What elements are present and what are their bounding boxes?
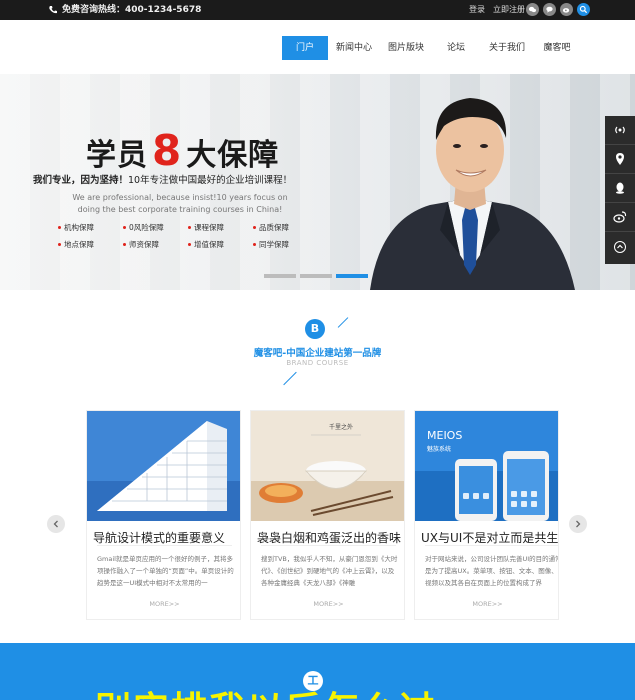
location-icon[interactable] bbox=[605, 145, 635, 174]
login-link[interactable]: 登录 bbox=[469, 0, 485, 20]
card-title[interactable]: UX与UI不是对立而是共生 bbox=[421, 529, 558, 546]
section-badge: B bbox=[305, 319, 325, 339]
section-subtitle: BRAND COURSE bbox=[286, 359, 349, 367]
nav-item-portal[interactable]: 门户 bbox=[282, 36, 328, 60]
card-description: Gmail就是单页应用的一个很好的例子，其将多项操作融入了一个单独的“页面”中。… bbox=[97, 555, 234, 587]
hotline: 免费咨询热线：400-1234-5678 bbox=[48, 0, 201, 20]
chevron-left-icon bbox=[53, 520, 58, 528]
carousel-next-button[interactable] bbox=[569, 515, 587, 533]
phone-icon bbox=[49, 6, 57, 14]
carousel-prev-button[interactable] bbox=[47, 515, 65, 533]
section-title: 魔客吧-中国企业建站第一品牌 bbox=[253, 348, 382, 359]
band-headline: 别实排我以后怎么过 bbox=[95, 681, 437, 700]
feature-band: 工 别实排我以后怎么过 bbox=[0, 643, 635, 700]
card-title[interactable]: 导航设计模式的重要意义 bbox=[93, 529, 240, 546]
card-title[interactable]: 袅袅白烟和鸡蛋泛出的香味 bbox=[257, 529, 404, 546]
wechat-icon[interactable] bbox=[526, 3, 539, 16]
guarantee-item: 师资保障 bbox=[123, 239, 188, 250]
hotline-text: 免费咨询热线：400-1234-5678 bbox=[62, 5, 202, 15]
search-icon[interactable] bbox=[577, 3, 590, 16]
nav-item-forum[interactable]: 论坛 bbox=[432, 36, 480, 60]
slider-dots bbox=[264, 274, 368, 278]
back-to-top-icon[interactable] bbox=[605, 232, 635, 261]
slider-dot-2[interactable] bbox=[300, 274, 332, 278]
guarantee-item: 机构保障 bbox=[58, 222, 123, 233]
guarantee-item: 增值保障 bbox=[188, 239, 253, 250]
nav-item-gallery[interactable]: 图片版块 bbox=[380, 36, 432, 60]
slider-dot-1[interactable] bbox=[264, 274, 296, 278]
floating-toolbar bbox=[605, 116, 635, 264]
card-image-phones: MEIOS 魅族系统 bbox=[415, 411, 558, 521]
banner-english: We are professional, because insist!10 y… bbox=[72, 193, 288, 214]
article-card[interactable]: 千里之外 袅袅白烟和鸡蛋泛出的香味 搜到TVB，我似乎人不知，从豪门恩怨到《大时… bbox=[250, 410, 405, 620]
subline-rest: 10年专注做中国最好的企业培训课程！ bbox=[128, 175, 293, 186]
guarantee-item: 品质保障 bbox=[253, 222, 318, 233]
headline-suffix: 大保障 bbox=[186, 138, 280, 173]
guarantee-list: 机构保障 0风险保障 课程保障 品质保障 地点保障 师资保障 增值保障 同学保障 bbox=[58, 222, 318, 250]
guarantee-item: 课程保障 bbox=[188, 222, 253, 233]
guarantee-item: 0风险保障 bbox=[123, 222, 188, 233]
nav-item-about[interactable]: 关于我们 bbox=[480, 36, 534, 60]
main-nav: 门户 新闻中心 图片版块 论坛 关于我们 魔客吧 bbox=[0, 20, 635, 74]
article-card[interactable]: 导航设计模式的重要意义 Gmail就是单页应用的一个很好的例子，其将多项操作融入… bbox=[86, 410, 241, 620]
nav-item-news[interactable]: 新闻中心 bbox=[328, 36, 380, 60]
card-image-brand-sub: 魅族系统 bbox=[427, 445, 451, 453]
card-description: 对于网站来说，公司设计团队完善UI的目的通常是为了提高UX。菜单项、按钮、文本、… bbox=[425, 555, 559, 587]
card-image-caption: 千里之外 bbox=[329, 423, 353, 431]
top-bar: 免费咨询热线：400-1234-5678 登录 立即注册 bbox=[0, 0, 635, 20]
chevron-right-icon bbox=[576, 520, 581, 528]
nav-item-mokeba[interactable]: 魔客吧 bbox=[534, 36, 580, 60]
signal-icon[interactable] bbox=[605, 116, 635, 145]
qq-icon[interactable] bbox=[605, 174, 635, 203]
decor-slash bbox=[283, 371, 297, 386]
card-image-building bbox=[87, 411, 240, 521]
headline-number: 8 bbox=[152, 126, 183, 175]
weibo-icon[interactable] bbox=[560, 3, 573, 16]
businessman-image bbox=[370, 98, 575, 290]
article-card[interactable]: MEIOS 魅族系统 UX与UI不是对立而是共生 对于网站来说，公司设计团队完善… bbox=[414, 410, 559, 620]
chat-icon[interactable] bbox=[543, 3, 556, 16]
headline-prefix: 学员 bbox=[86, 138, 148, 173]
card-more-link[interactable]: MORE>> bbox=[251, 600, 404, 608]
card-more-link[interactable]: MORE>> bbox=[415, 600, 558, 608]
register-link[interactable]: 立即注册 bbox=[493, 0, 525, 20]
hero-banner[interactable]: 学员 8 大保障 我们专业，因为坚持！10年专注做中国最好的企业培训课程！ We… bbox=[0, 74, 635, 290]
card-more-link[interactable]: MORE>> bbox=[87, 600, 240, 608]
weibo-side-icon[interactable] bbox=[605, 203, 635, 232]
decor-slash bbox=[337, 317, 349, 328]
guarantee-item: 地点保障 bbox=[58, 239, 123, 250]
card-image-brand: MEIOS bbox=[427, 429, 462, 442]
banner-subline: 我们专业，因为坚持！10年专注做中国最好的企业培训课程！ bbox=[33, 172, 292, 186]
banner-headline: 学员 8 大保障 bbox=[86, 126, 279, 175]
card-image-food: 千里之外 bbox=[251, 411, 404, 521]
subline-bold: 我们专业，因为坚持！ bbox=[33, 175, 129, 186]
guarantee-item: 同学保障 bbox=[253, 239, 318, 250]
card-description: 搜到TVB，我似乎人不知，从豪门恩怨到《大时代》、《创世纪》到硬地气的《冲上云霄… bbox=[261, 555, 398, 587]
